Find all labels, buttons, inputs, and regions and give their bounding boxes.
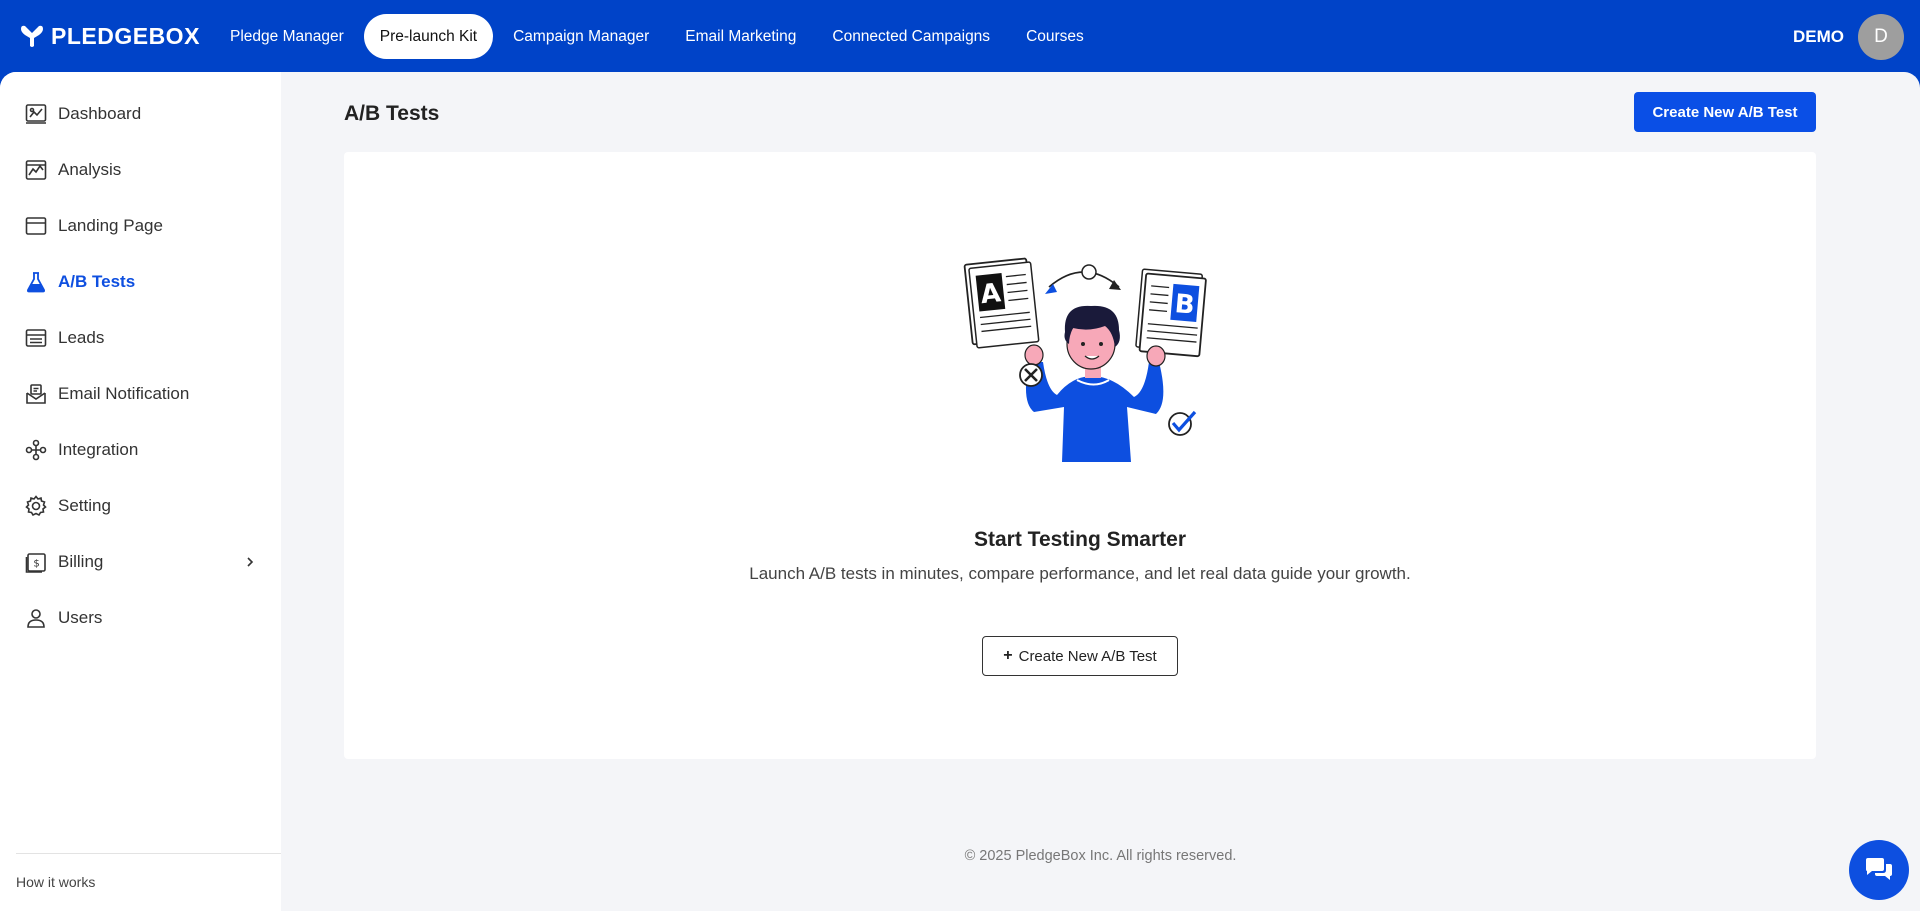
user-name: DEMO xyxy=(1793,27,1844,46)
empty-state-create-label: Create New A/B Test xyxy=(1018,647,1157,665)
sidebar-item-label: Landing Page xyxy=(58,216,163,235)
sidebar-item-setting[interactable]: Setting xyxy=(0,478,281,534)
sidebar-divider xyxy=(16,853,281,854)
pledgebox-logo-icon xyxy=(21,25,43,47)
nav-courses[interactable]: Courses xyxy=(1010,14,1100,59)
sidebar-item-email-notification[interactable]: Email Notification xyxy=(0,366,281,422)
sidebar: Dashboard Analysis Landing Page A/B Test… xyxy=(0,72,281,911)
sidebar-item-leads[interactable]: Leads xyxy=(0,310,281,366)
sidebar-item-label: Integration xyxy=(58,440,139,459)
svg-text:B: B xyxy=(1173,289,1195,321)
nav-email-marketing[interactable]: Email Marketing xyxy=(669,14,812,59)
empty-state-card: A B Start Testing Smarter Launch A/B tes… xyxy=(344,152,1816,759)
sidebar-item-billing[interactable]: $ Billing xyxy=(0,534,281,590)
svg-text:A: A xyxy=(979,278,1002,310)
landing-page-icon xyxy=(24,214,48,238)
chevron-right-icon[interactable] xyxy=(243,554,257,570)
sidebar-item-label: Dashboard xyxy=(58,104,142,123)
brand-name: PLEDGEBOX xyxy=(51,22,200,49)
svg-text:$: $ xyxy=(33,559,39,570)
dashboard-icon xyxy=(24,102,48,126)
sidebar-item-label: Email Notification xyxy=(58,384,190,403)
user-menu[interactable]: DEMO D xyxy=(1793,14,1904,60)
gear-icon xyxy=(24,494,48,518)
empty-state-title: Start Testing Smarter xyxy=(974,528,1186,551)
footer-copyright: © 2025 PledgeBox Inc. All rights reserve… xyxy=(964,848,1237,864)
sidebar-item-label: Users xyxy=(58,608,103,627)
flask-icon xyxy=(24,270,48,294)
chat-icon xyxy=(1866,858,1892,880)
sidebar-item-landing-page[interactable]: Landing Page xyxy=(0,198,281,254)
chat-support-button[interactable] xyxy=(1849,840,1909,900)
create-ab-test-button[interactable]: Create New A/B Test xyxy=(1634,92,1816,132)
page-title: A/B Tests xyxy=(344,102,440,125)
sidebar-item-label: Billing xyxy=(58,552,104,571)
empty-state-create-button[interactable]: + Create New A/B Test xyxy=(982,636,1178,676)
sidebar-item-label: A/B Tests xyxy=(58,272,136,291)
nav-connected-campaigns[interactable]: Connected Campaigns xyxy=(816,14,1006,59)
nav-campaign-manager[interactable]: Campaign Manager xyxy=(497,14,665,59)
ab-testing-illustration: A B xyxy=(963,257,1207,462)
avatar[interactable]: D xyxy=(1858,14,1904,60)
integration-icon xyxy=(24,438,48,462)
app-shell: Dashboard Analysis Landing Page A/B Test… xyxy=(0,72,1920,911)
brand-logo[interactable]: PLEDGEBOX xyxy=(19,22,200,50)
plus-icon: + xyxy=(1003,647,1013,664)
nav-pre-launch-kit[interactable]: Pre-launch Kit xyxy=(363,14,494,59)
sidebar-item-integration[interactable]: Integration xyxy=(0,422,281,478)
user-icon xyxy=(24,606,48,630)
how-it-works-link[interactable]: How it works xyxy=(16,874,95,890)
sidebar-item-ab-tests[interactable]: A/B Tests xyxy=(0,254,281,310)
billing-icon: $ xyxy=(24,550,48,574)
sidebar-item-analysis[interactable]: Analysis xyxy=(0,142,281,198)
sidebar-nav: Dashboard Analysis Landing Page A/B Test… xyxy=(0,86,281,646)
top-nav: Pledge Manager Pre-launch Kit Campaign M… xyxy=(214,14,1104,59)
sidebar-item-users[interactable]: Users xyxy=(0,590,281,646)
sidebar-item-label: Setting xyxy=(58,496,111,515)
email-notification-icon xyxy=(24,382,48,406)
nav-pledge-manager[interactable]: Pledge Manager xyxy=(214,14,360,59)
analysis-icon xyxy=(24,158,48,182)
sidebar-item-label: Analysis xyxy=(58,160,122,179)
sidebar-item-dashboard[interactable]: Dashboard xyxy=(0,86,281,142)
empty-state-description: Launch A/B tests in minutes, compare per… xyxy=(749,564,1411,583)
leads-icon xyxy=(24,326,48,350)
top-bar: PLEDGEBOX Pledge Manager Pre-launch Kit … xyxy=(0,0,1920,72)
sidebar-item-label: Leads xyxy=(58,328,105,347)
